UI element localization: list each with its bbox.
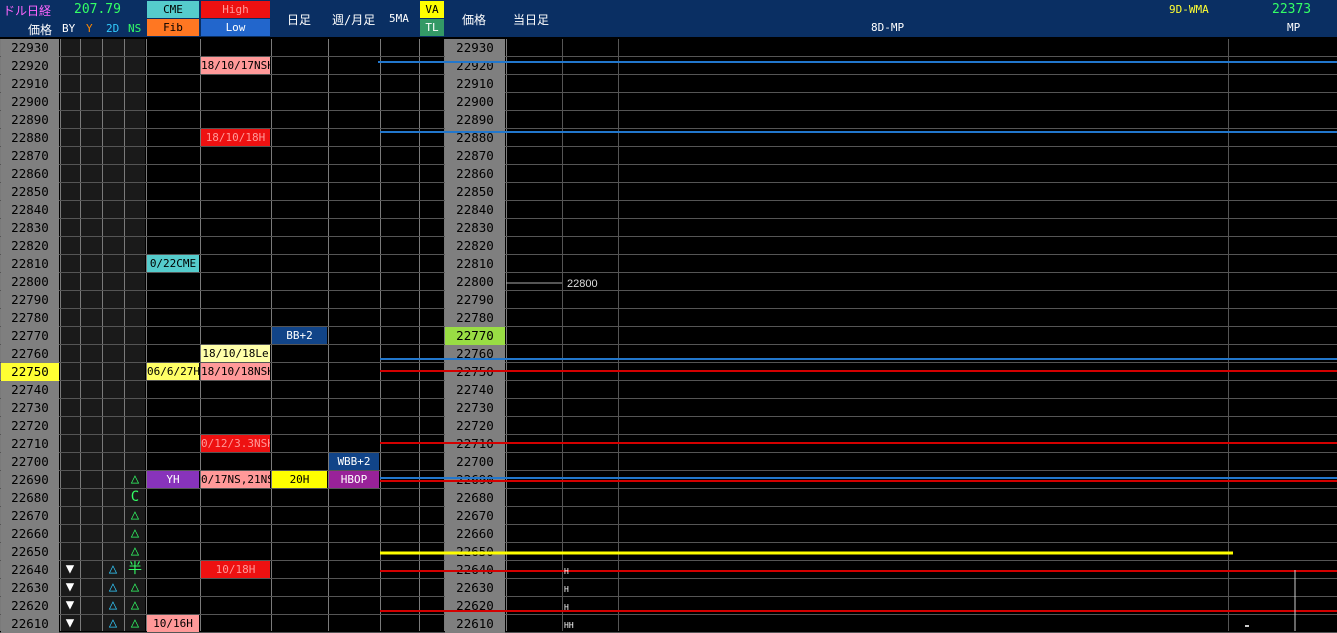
level-22800-label: 22800: [567, 278, 598, 290]
tpo-mark: H: [564, 603, 569, 612]
tpo-mark: HH: [564, 621, 574, 630]
tpo-mark: H: [564, 567, 569, 576]
profile-chart: 22800HHHHH: [378, 61, 1337, 631]
tpo-mark: H: [564, 585, 569, 594]
